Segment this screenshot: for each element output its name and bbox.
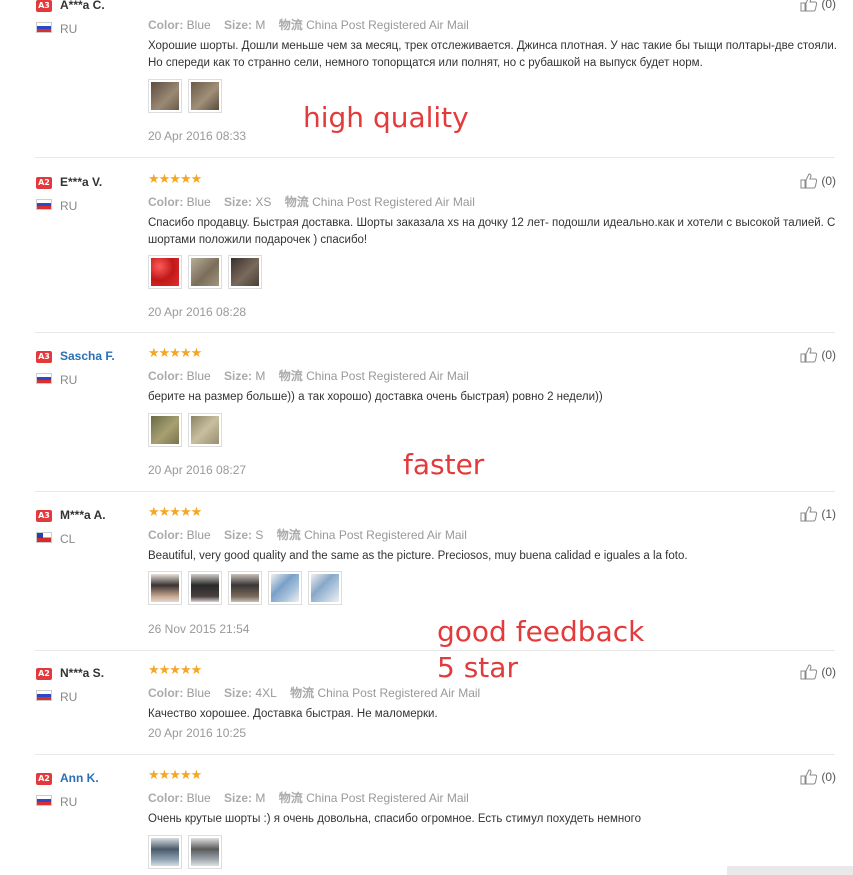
divider	[35, 491, 835, 492]
review-photos	[148, 835, 222, 869]
review-text: Спасибо продавцу. Быстрая доставка. Шорт…	[148, 217, 836, 246]
helpful-button[interactable]: (0)	[800, 664, 836, 680]
review-date: 26 Nov 2015 21:54	[148, 622, 250, 636]
rating-stars: ★★★★★	[148, 345, 202, 360]
helpful-button[interactable]: (0)	[800, 769, 836, 785]
russia-flag-icon	[36, 690, 52, 701]
review-photo[interactable]	[308, 571, 342, 605]
helpful-button[interactable]: (0)	[800, 347, 836, 363]
thumbs-up-icon	[800, 769, 818, 785]
review-photos	[148, 571, 342, 605]
reviewer-name-link[interactable]: Sascha F.	[60, 349, 115, 363]
helpful-count: (0)	[821, 174, 836, 188]
review-item: A3 M***a A. ★★★★★ CL Color: Blue Size: S…	[35, 505, 836, 640]
overlay-faster: faster	[403, 448, 485, 481]
order-info: Color: Blue Size: 4XL 物流 China Post Regi…	[148, 686, 481, 700]
review-date: 20 Apr 2016 08:27	[148, 463, 247, 477]
review-photo[interactable]	[268, 571, 302, 605]
review-date: 20 Apr 2016 10:25	[148, 726, 247, 740]
helpful-button[interactable]: (1)	[800, 506, 836, 522]
reviewer-country: RU	[60, 795, 78, 809]
review-photo[interactable]	[148, 255, 182, 289]
review-photos	[148, 413, 222, 447]
reviewer-country: CL	[60, 532, 76, 546]
buyer-level-badge: A2	[36, 668, 52, 680]
buyer-level-badge: A3	[36, 510, 52, 522]
helpful-button[interactable]: (0)	[800, 0, 836, 12]
review-text: Beautiful, very good quality and the sam…	[148, 550, 688, 562]
buyer-level-badge: A3	[36, 351, 52, 363]
thumbs-up-icon	[800, 506, 818, 522]
order-info: Color: Blue Size: S 物流 China Post Regist…	[148, 528, 467, 542]
reviewer-country: RU	[60, 690, 78, 704]
review-photo[interactable]	[188, 835, 222, 869]
review-date: 20 Apr 2016 08:33	[148, 129, 247, 143]
thumbs-up-icon	[800, 664, 818, 680]
overlay-five-star: 5 star	[437, 651, 518, 684]
review-photo[interactable]	[188, 571, 222, 605]
review-item: A2 Ann K. ★★★★★ RU Color: Blue Size: M 物…	[35, 768, 836, 875]
helpful-button[interactable]: (0)	[800, 173, 836, 189]
overlay-good-feedback: good feedback	[437, 615, 645, 648]
review-photo[interactable]	[228, 255, 262, 289]
reviewer-country: RU	[60, 199, 78, 213]
buyer-level-badge: A3	[36, 0, 52, 12]
russia-flag-icon	[36, 22, 52, 33]
russia-flag-icon	[36, 199, 52, 210]
helpful-count: (0)	[821, 770, 836, 784]
reviewer-name: E***a V.	[60, 175, 103, 189]
reviewer-country: RU	[60, 373, 78, 387]
reviewer-country: RU	[60, 22, 78, 36]
reviewer-name-link[interactable]: Ann K.	[60, 771, 99, 785]
order-info: Color: Blue Size: M 物流 China Post Regist…	[148, 369, 469, 383]
review-text: Очень крутые шорты :) я очень довольна, …	[148, 813, 642, 825]
rating-stars: ★★★★★	[148, 504, 202, 519]
review-photo[interactable]	[148, 413, 182, 447]
review-photo[interactable]	[148, 835, 182, 869]
review-photo[interactable]	[188, 79, 222, 113]
divider	[35, 650, 835, 651]
review-photo[interactable]	[148, 79, 182, 113]
order-info: Color: Blue Size: M 物流 China Post Regist…	[148, 18, 469, 32]
scroll-edge	[727, 866, 853, 875]
review-photos	[148, 79, 222, 113]
thumbs-up-icon	[800, 347, 818, 363]
review-photo[interactable]	[148, 571, 182, 605]
review-text: Хорошие шорты. Дошли меньше чем за месяц…	[148, 40, 837, 69]
review-date: 20 Apr 2016 08:28	[148, 305, 247, 319]
review-photos	[148, 255, 262, 289]
thumbs-up-icon	[800, 173, 818, 189]
review-text: берите на размер больше)) а так хорошо) …	[148, 391, 603, 403]
helpful-count: (0)	[821, 348, 836, 362]
review-photo[interactable]	[228, 571, 262, 605]
russia-flag-icon	[36, 795, 52, 806]
reviewer-name: N***a S.	[60, 666, 105, 680]
helpful-count: (0)	[821, 665, 836, 679]
order-info: Color: Blue Size: M 物流 China Post Regist…	[148, 791, 469, 805]
review-item: A2 E***a V. ★★★★★ RU Color: Blue Size: X…	[35, 172, 836, 327]
review-text: Качество хорошее. Доставка быстрая. Не м…	[148, 708, 438, 720]
review-item: A2 N***a S. ★★★★★ RU Color: Blue Size: 4…	[35, 663, 836, 748]
buyer-level-badge: A2	[36, 177, 52, 189]
rating-stars: ★★★★★	[148, 662, 202, 677]
order-info: Color: Blue Size: XS 物流 China Post Regis…	[148, 195, 475, 209]
rating-stars: ★★★★★	[148, 767, 202, 782]
review-photo[interactable]	[188, 255, 222, 289]
chile-flag-icon	[36, 532, 52, 543]
thumbs-up-icon	[800, 0, 818, 12]
reviewer-name: A***a C.	[60, 0, 105, 12]
helpful-count: (1)	[821, 507, 836, 521]
divider	[35, 332, 835, 333]
rating-stars: ★★★★★	[148, 171, 202, 186]
buyer-level-badge: A2	[36, 773, 52, 785]
divider	[35, 157, 835, 158]
divider	[35, 754, 835, 755]
russia-flag-icon	[36, 373, 52, 384]
review-photo[interactable]	[188, 413, 222, 447]
reviewer-name: M***a A.	[60, 508, 106, 522]
overlay-high-quality: high quality	[303, 101, 469, 134]
helpful-count: (0)	[821, 0, 836, 11]
